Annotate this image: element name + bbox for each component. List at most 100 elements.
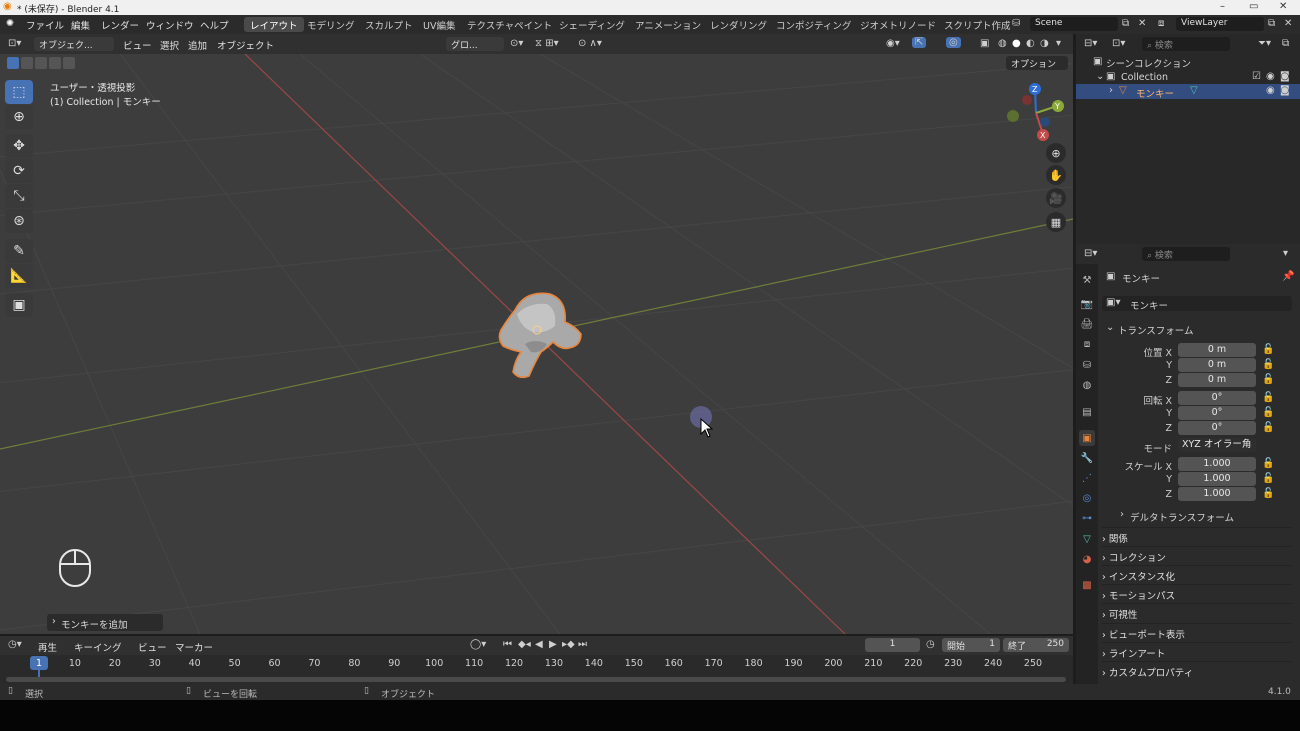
panel-custom-properties[interactable]: › カスタムプロパティ: [1102, 661, 1292, 679]
transform-orientation-dropdown[interactable]: グロ...: [446, 37, 504, 51]
maximize-button[interactable]: ▭: [1249, 1, 1258, 12]
new-view-layer-icon[interactable]: ⧉: [1268, 18, 1275, 29]
timeline-menu-marker[interactable]: マーカー: [175, 640, 213, 654]
timeline-menu-view[interactable]: ビュー: [138, 640, 167, 654]
monkey-render-icon[interactable]: ◙: [1280, 85, 1290, 96]
panel-visibility[interactable]: › 可視性: [1102, 603, 1292, 621]
tab-modeling[interactable]: モデリング: [301, 17, 361, 32]
solid-shading-icon[interactable]: ●: [1012, 38, 1021, 49]
select-difference-icon[interactable]: [49, 57, 61, 69]
location-x-field[interactable]: 0 m: [1178, 343, 1256, 357]
snap-icon[interactable]: ⧖ ⊞▾: [535, 38, 559, 49]
panel-line-art[interactable]: › ラインアート: [1102, 642, 1292, 660]
select-subtract-icon[interactable]: [35, 57, 47, 69]
rotate-tool-icon[interactable]: ⟳: [5, 159, 33, 183]
measure-tool-icon[interactable]: 📐: [5, 264, 33, 288]
wireframe-shading-icon[interactable]: ◍: [998, 38, 1007, 49]
tab-sculpt[interactable]: スカルプト: [359, 17, 419, 32]
lock-icon[interactable]: 🔓: [1262, 407, 1274, 418]
blender-menu-icon[interactable]: ✺: [6, 18, 14, 29]
viewport-menu-object[interactable]: オブジェクト: [217, 38, 274, 52]
timeline-editor-icon[interactable]: ◷▾: [8, 639, 22, 650]
view-layer-icon[interactable]: ⧈: [1158, 18, 1164, 29]
render-tab-icon[interactable]: 📷: [1079, 296, 1095, 312]
proportional-edit-icon[interactable]: ⊙ ∧▾: [578, 38, 602, 49]
timeline-menu-keying[interactable]: キーイング: [74, 640, 122, 654]
timeline-menu-playback[interactable]: 再生: [38, 640, 57, 654]
panel-viewport-display[interactable]: › ビューポート表示: [1102, 623, 1292, 641]
lock-icon[interactable]: 🔓: [1262, 488, 1274, 499]
lock-icon[interactable]: 🔓: [1262, 344, 1274, 355]
collection-render-icon[interactable]: ◙: [1280, 71, 1290, 82]
select-extend-icon[interactable]: [21, 57, 33, 69]
menu-file[interactable]: ファイル: [26, 18, 64, 32]
particles-tab-icon[interactable]: ⋰: [1079, 470, 1095, 486]
new-scene-icon[interactable]: ⧉: [1122, 18, 1129, 29]
play-reverse-icon[interactable]: ◀: [535, 639, 543, 650]
viewport-menu-add[interactable]: 追加: [188, 38, 207, 52]
pivot-icon[interactable]: ⊙▾: [510, 38, 523, 49]
properties-editor-icon[interactable]: ⊟▾: [1084, 248, 1097, 259]
jump-start-icon[interactable]: ⏮: [503, 639, 512, 650]
lock-icon[interactable]: 🔓: [1262, 374, 1274, 385]
tab-shading[interactable]: シェーディング: [553, 17, 631, 32]
preview-range-icon[interactable]: ◷: [926, 639, 935, 650]
tab-rendering[interactable]: レンダリング: [704, 17, 773, 32]
viewport-menu-select[interactable]: 選択: [160, 38, 179, 52]
data-tab-icon[interactable]: ▽: [1079, 531, 1095, 547]
timeline-scrollbar[interactable]: [6, 677, 1066, 682]
menu-render[interactable]: レンダー: [101, 18, 139, 32]
monkey-eye-icon[interactable]: ◉: [1266, 85, 1275, 96]
viewport-menu-view[interactable]: ビュー: [123, 38, 152, 52]
panel-instancing[interactable]: › インスタンス化: [1102, 565, 1292, 583]
rotation-y-field[interactable]: 0°: [1178, 406, 1256, 420]
lock-icon[interactable]: 🔓: [1262, 392, 1274, 403]
chevron-down-icon[interactable]: ⌄: [1096, 71, 1104, 82]
3d-viewport[interactable]: ユーザー・透視投影 (1) Collection | モンキー オプション Z …: [0, 54, 1073, 634]
lock-icon[interactable]: 🔓: [1262, 422, 1274, 433]
menu-edit[interactable]: 編集: [71, 18, 90, 32]
pan-hand-icon[interactable]: ✋: [1046, 165, 1066, 185]
frame-ruler[interactable]: 10 20 30 40 50 60 70 80 90 100 110 120 130 140 150 160 1…: [0, 655, 1073, 671]
lock-icon[interactable]: 🔓: [1262, 473, 1274, 484]
collection-eye-icon[interactable]: ◉: [1266, 71, 1275, 82]
scale-z-field[interactable]: 1.000: [1178, 487, 1256, 501]
tab-uv-edit[interactable]: UV編集: [417, 17, 461, 32]
xray-icon[interactable]: ▣: [980, 38, 989, 49]
add-cube-tool-icon[interactable]: ▣: [5, 293, 33, 317]
material-tab-icon[interactable]: ◕: [1079, 551, 1095, 567]
outliner-editor-icon[interactable]: ⊟▾: [1084, 38, 1097, 49]
annotate-tool-icon[interactable]: ✎: [5, 239, 33, 263]
modifier-tab-icon[interactable]: 🔧: [1079, 450, 1095, 466]
transform-tool-icon[interactable]: ⊛: [5, 209, 33, 233]
lock-icon[interactable]: 🔓: [1262, 458, 1274, 469]
tab-geometry-nodes[interactable]: ジオメトリノード: [854, 17, 942, 32]
output-tab-icon[interactable]: 🖨: [1079, 316, 1095, 332]
timeline-area[interactable]: 10 20 30 40 50 60 70 80 90 100 110 120 130 140 150 160 1…: [0, 655, 1073, 684]
panel-collections[interactable]: › コレクション: [1102, 546, 1292, 564]
rotation-mode-dropdown[interactable]: XYZ オイラー角 ⌄: [1178, 438, 1256, 464]
monkey-object[interactable]: [495, 290, 585, 380]
next-keyframe-icon[interactable]: ▸◆: [562, 639, 575, 650]
delete-scene-icon[interactable]: ✕: [1138, 18, 1146, 29]
location-z-field[interactable]: 0 m: [1178, 373, 1256, 387]
outliner-search-input[interactable]: ⌕ 検索: [1142, 37, 1230, 51]
delta-transform-subpanel[interactable]: › デルタトランスフォーム: [1116, 508, 1286, 524]
tool-tab-icon[interactable]: ⚒: [1079, 272, 1095, 288]
move-tool-icon[interactable]: ✥: [5, 134, 33, 158]
select-new-icon[interactable]: [7, 57, 19, 69]
frame-start-field[interactable]: 開始 1: [942, 638, 1000, 652]
select-intersect-icon[interactable]: [63, 57, 75, 69]
filter-icon[interactable]: ⏷▾: [1258, 38, 1271, 49]
material-shading-icon[interactable]: ◐: [1026, 38, 1035, 49]
overlay-toggle-icon[interactable]: ◎: [946, 37, 961, 48]
editor-type-icon[interactable]: ⊡▾: [8, 38, 21, 49]
visibility-icon[interactable]: ◉▾: [886, 38, 900, 49]
new-collection-icon[interactable]: ⧉: [1282, 38, 1289, 49]
mode-dropdown[interactable]: オブジェク...: [34, 37, 114, 51]
gizmo-toggle-icon[interactable]: ⇱: [912, 37, 927, 48]
options-dropdown[interactable]: オプション: [1006, 56, 1068, 70]
close-button[interactable]: ✕: [1279, 1, 1287, 12]
shading-options-icon[interactable]: ▾: [1056, 38, 1061, 49]
camera-view-icon[interactable]: 🎥: [1046, 188, 1066, 208]
